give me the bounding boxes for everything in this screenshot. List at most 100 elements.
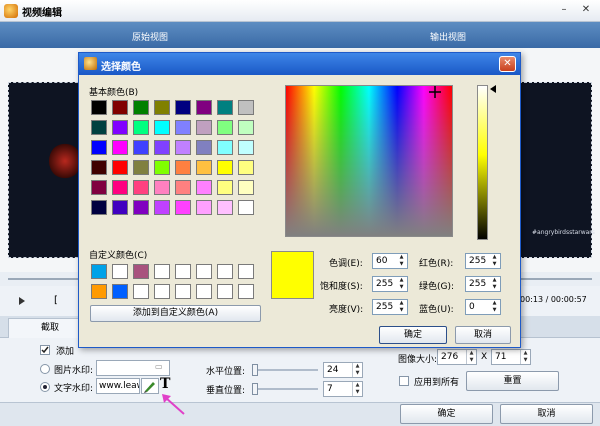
- stepper-arrows-icon[interactable]: ▲ ▼: [396, 300, 407, 314]
- basic-color-swatch[interactable]: [217, 140, 233, 155]
- basic-color-swatch[interactable]: [133, 180, 149, 195]
- basic-color-swatch[interactable]: [91, 200, 107, 215]
- basic-color-swatch[interactable]: [91, 160, 107, 175]
- basic-color-swatch[interactable]: [175, 180, 191, 195]
- basic-color-swatch[interactable]: [175, 120, 191, 135]
- custom-color-swatch[interactable]: [91, 284, 107, 299]
- basic-color-swatch[interactable]: [91, 100, 107, 115]
- luminance-bar[interactable]: [477, 85, 488, 240]
- custom-color-swatch[interactable]: [112, 264, 128, 279]
- dialog-ok-button[interactable]: 确定: [379, 326, 447, 344]
- basic-color-swatch[interactable]: [217, 180, 233, 195]
- basic-color-swatch[interactable]: [91, 140, 107, 155]
- color-picker-button[interactable]: [141, 378, 159, 394]
- basic-color-swatch[interactable]: [154, 160, 170, 175]
- custom-color-swatch[interactable]: [154, 284, 170, 299]
- basic-color-swatch[interactable]: [238, 100, 254, 115]
- custom-color-swatch[interactable]: [238, 264, 254, 279]
- basic-color-swatch[interactable]: [196, 140, 212, 155]
- vertical-position-stepper[interactable]: 7 ▲ ▼: [323, 381, 363, 397]
- basic-color-swatch[interactable]: [112, 120, 128, 135]
- mark-in-button[interactable]: [: [54, 295, 58, 306]
- green-input[interactable]: 255 ▲ ▼: [465, 276, 501, 292]
- basic-color-swatch[interactable]: [217, 200, 233, 215]
- basic-color-swatch[interactable]: [112, 100, 128, 115]
- stepper-arrows-icon[interactable]: ▲ ▼: [466, 350, 476, 364]
- basic-color-swatch[interactable]: [91, 180, 107, 195]
- basic-color-swatch[interactable]: [175, 140, 191, 155]
- red-input[interactable]: 255 ▲ ▼: [465, 253, 501, 269]
- basic-color-swatch[interactable]: [133, 160, 149, 175]
- font-icon[interactable]: T: [160, 376, 170, 392]
- folder-icon[interactable]: ▭: [155, 362, 163, 371]
- custom-color-swatch[interactable]: [133, 284, 149, 299]
- reset-button[interactable]: 重置: [466, 371, 559, 391]
- basic-color-swatch[interactable]: [154, 200, 170, 215]
- custom-color-swatch[interactable]: [196, 264, 212, 279]
- basic-color-swatch[interactable]: [196, 120, 212, 135]
- main-ok-button[interactable]: 确定: [400, 404, 493, 424]
- custom-color-swatch[interactable]: [91, 264, 107, 279]
- basic-color-swatch[interactable]: [217, 120, 233, 135]
- vertical-position-slider[interactable]: [252, 382, 318, 396]
- basic-color-swatch[interactable]: [238, 160, 254, 175]
- slider-knob[interactable]: [252, 364, 258, 376]
- basic-color-swatch[interactable]: [154, 100, 170, 115]
- basic-color-swatch[interactable]: [91, 120, 107, 135]
- basic-color-swatch[interactable]: [196, 180, 212, 195]
- add-custom-color-button[interactable]: 添加到自定义颜色(A): [90, 305, 261, 322]
- custom-color-swatch[interactable]: [175, 264, 191, 279]
- basic-color-swatch[interactable]: [217, 100, 233, 115]
- apply-to-all-checkbox[interactable]: [399, 376, 409, 386]
- add-watermark-checkbox[interactable]: [40, 345, 50, 355]
- custom-color-swatch[interactable]: [217, 284, 233, 299]
- basic-color-swatch[interactable]: [112, 140, 128, 155]
- basic-color-swatch[interactable]: [133, 140, 149, 155]
- basic-color-swatch[interactable]: [196, 100, 212, 115]
- basic-color-swatch[interactable]: [238, 180, 254, 195]
- basic-color-swatch[interactable]: [175, 100, 191, 115]
- text-watermark-input[interactable]: www.leaw: [96, 378, 140, 394]
- custom-color-swatch[interactable]: [175, 284, 191, 299]
- color-spectrum[interactable]: [285, 85, 453, 237]
- main-cancel-button[interactable]: 取消: [500, 404, 593, 424]
- original-video-frame[interactable]: [8, 82, 83, 258]
- stepper-arrows-icon[interactable]: ▲ ▼: [489, 277, 500, 291]
- basic-color-swatch[interactable]: [154, 140, 170, 155]
- horizontal-position-slider[interactable]: [252, 363, 318, 377]
- stepper-arrows-icon[interactable]: ▲ ▼: [489, 300, 500, 314]
- close-button[interactable]: ✕: [578, 3, 594, 17]
- basic-color-swatch[interactable]: [112, 160, 128, 175]
- basic-color-swatch[interactable]: [154, 180, 170, 195]
- custom-color-swatch[interactable]: [238, 284, 254, 299]
- custom-color-swatch[interactable]: [112, 284, 128, 299]
- stepper-arrows-icon[interactable]: ▲ ▼: [520, 350, 530, 364]
- dialog-cancel-button[interactable]: 取消: [455, 326, 511, 344]
- stepper-arrows-icon[interactable]: ▲ ▼: [352, 363, 362, 377]
- output-video-frame[interactable]: #angrybirdsstarwars: [519, 82, 595, 258]
- basic-color-swatch[interactable]: [133, 100, 149, 115]
- custom-color-swatch[interactable]: [196, 284, 212, 299]
- basic-color-swatch[interactable]: [196, 200, 212, 215]
- image-width-stepper[interactable]: 276 ▲ ▼: [437, 349, 477, 365]
- luminance-input[interactable]: 255 ▲ ▼: [372, 299, 408, 315]
- image-height-stepper[interactable]: 71 ▲ ▼: [491, 349, 531, 365]
- horizontal-position-stepper[interactable]: 24 ▲ ▼: [323, 362, 363, 378]
- stepper-arrows-icon[interactable]: ▲ ▼: [396, 277, 407, 291]
- basic-color-swatch[interactable]: [217, 160, 233, 175]
- basic-color-swatch[interactable]: [238, 120, 254, 135]
- custom-color-swatch[interactable]: [154, 264, 170, 279]
- minimize-button[interactable]: –: [556, 3, 572, 17]
- basic-color-swatch[interactable]: [133, 200, 149, 215]
- custom-color-swatch[interactable]: [133, 264, 149, 279]
- saturation-input[interactable]: 255 ▲ ▼: [372, 276, 408, 292]
- basic-color-swatch[interactable]: [112, 200, 128, 215]
- basic-color-swatch[interactable]: [196, 160, 212, 175]
- stepper-arrows-icon[interactable]: ▲ ▼: [396, 254, 407, 268]
- dialog-close-button[interactable]: ✕: [499, 56, 516, 72]
- text-watermark-radio[interactable]: [40, 382, 50, 392]
- slider-knob[interactable]: [252, 383, 258, 395]
- basic-color-swatch[interactable]: [133, 120, 149, 135]
- play-icon[interactable]: [19, 297, 25, 305]
- basic-color-swatch[interactable]: [238, 200, 254, 215]
